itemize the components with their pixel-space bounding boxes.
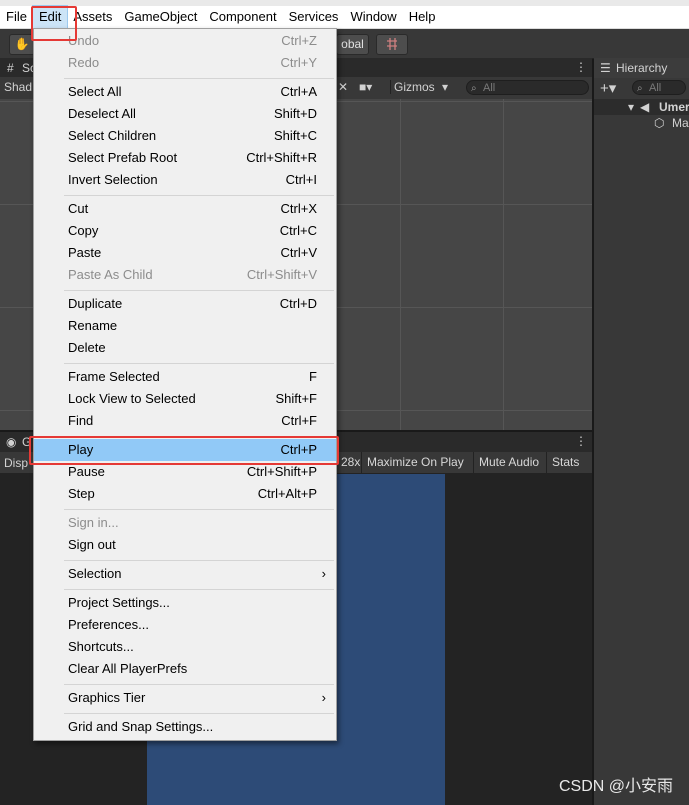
menu-item-clear-playerprefs[interactable]: Clear All PlayerPrefs (34, 658, 336, 680)
grid-snap-icon (387, 38, 397, 50)
menu-item-step[interactable]: Step Ctrl+Alt+P (34, 483, 336, 505)
menu-item-paste-as-child[interactable]: Paste As Child Ctrl+Shift+V (34, 264, 336, 286)
menu-file[interactable]: File (0, 6, 33, 28)
menu-separator (64, 509, 334, 510)
submenu-arrow-icon: › (321, 690, 326, 705)
menu-help[interactable]: Help (403, 6, 442, 28)
global-label: obal (341, 37, 364, 51)
menu-separator (64, 713, 334, 714)
hand-icon: ✋ (14, 37, 30, 51)
menu-item-select-children[interactable]: Select Children Shift+C (34, 125, 336, 147)
menu-separator (64, 560, 334, 561)
menu-item-selection[interactable]: Selection › (34, 563, 336, 585)
scene-name: Umer (659, 100, 689, 114)
menu-assets[interactable]: Assets (67, 6, 118, 28)
scene-more-icon[interactable]: ⋮ (575, 60, 587, 74)
snap-grid-button[interactable] (376, 34, 408, 55)
edit-menu-dropdown: Undo Ctrl+Z Redo Ctrl+Y Select All Ctrl+A D… (33, 28, 337, 741)
search-icon: ⌕ (637, 83, 643, 94)
menu-separator (64, 684, 334, 685)
menu-item-invert-selection[interactable]: Invert Selection Ctrl+I (34, 169, 336, 191)
gizmos-dropdown-arrow[interactable]: ▾ (442, 80, 448, 94)
menu-services[interactable]: Services (283, 6, 345, 28)
menu-edit[interactable]: Edit (31, 5, 69, 29)
menu-gameobject[interactable]: GameObject (118, 6, 203, 28)
menu-component[interactable]: Component (203, 6, 282, 28)
menu-item-frame-selected[interactable]: Frame Selected F (34, 366, 336, 388)
watermark: CSDN @小安雨 (558, 778, 673, 795)
hierarchy-tab-bar: ☰ Hierarchy (594, 58, 689, 79)
menu-item-select-all[interactable]: Select All Ctrl+A (34, 81, 336, 103)
menu-item-redo[interactable]: Redo Ctrl+Y (34, 52, 336, 74)
hierarchy-tab[interactable]: Hierarchy (616, 61, 667, 75)
tools-cross-icon[interactable]: ✕ (338, 80, 348, 94)
unity-scene-icon: ◀ (640, 100, 650, 114)
menu-window[interactable]: Window (344, 6, 402, 28)
menu-item-rename[interactable]: Rename (34, 315, 336, 337)
pivot-global-button[interactable]: obal (336, 34, 369, 55)
game-more-icon[interactable]: ⋮ (575, 434, 587, 448)
scene-search-input[interactable]: ⌕ All (466, 80, 589, 95)
hierarchy-search-placeholder: All (649, 82, 662, 94)
menu-item-preferences[interactable]: Preferences... (34, 614, 336, 636)
menu-item-find[interactable]: Find Ctrl+F (34, 410, 336, 432)
search-icon: ⌕ (471, 83, 477, 94)
scene-search-placeholder: All (483, 82, 496, 94)
menu-item-play[interactable]: Play Ctrl+P (34, 439, 336, 461)
display-dropdown[interactable]: Disp (4, 456, 28, 470)
stats-toggle[interactable]: Stats (546, 452, 584, 473)
menu-item-sign-in[interactable]: Sign in... (34, 512, 336, 534)
camera-icon[interactable]: ■▾ (359, 80, 372, 94)
game-controller-icon: ◉ (6, 435, 17, 449)
hierarchy-search-input[interactable]: ⌕ All (632, 80, 686, 95)
menu-item-undo[interactable]: Undo Ctrl+Z (34, 30, 336, 52)
scene-grid-icon: # (7, 61, 14, 75)
hand-tool-button[interactable]: ✋ (9, 34, 35, 55)
menu-separator (64, 290, 334, 291)
menu-separator (64, 436, 334, 437)
expand-arrow-icon[interactable]: ▾ (628, 99, 634, 115)
menu-item-delete[interactable]: Delete (34, 337, 336, 359)
menu-item-grid-snap-settings[interactable]: Grid and Snap Settings... (34, 716, 336, 738)
submenu-arrow-icon: › (321, 566, 326, 581)
cube-icon: ⬡ (654, 116, 665, 130)
hierarchy-scene-row[interactable]: ▾ ◀ Umer (594, 99, 689, 115)
gizmos-dropdown[interactable]: Gizmos (390, 80, 435, 94)
maximize-on-play-toggle[interactable]: Maximize On Play (361, 452, 469, 473)
hierarchy-toolbar: +▾ ⌕ All (594, 78, 689, 99)
menu-item-copy[interactable]: Copy Ctrl+C (34, 220, 336, 242)
menu-item-deselect-all[interactable]: Deselect All Shift+D (34, 103, 336, 125)
menu-item-duplicate[interactable]: Duplicate Ctrl+D (34, 293, 336, 315)
child-name: Ma (672, 116, 689, 130)
menu-separator (64, 363, 334, 364)
menu-item-graphics-tier[interactable]: Graphics Tier › (34, 687, 336, 709)
menu-item-sign-out[interactable]: Sign out (34, 534, 336, 556)
menu-separator (64, 78, 334, 79)
menu-item-lock-view[interactable]: Lock View to Selected Shift+F (34, 388, 336, 410)
mute-audio-toggle[interactable]: Mute Audio (473, 452, 544, 473)
menu-item-project-settings[interactable]: Project Settings... (34, 592, 336, 614)
menu-separator (64, 589, 334, 590)
game-tab[interactable]: G (22, 435, 31, 449)
menu-separator (64, 195, 334, 196)
menu-item-paste[interactable]: Paste Ctrl+V (34, 242, 336, 264)
menu-item-shortcuts[interactable]: Shortcuts... (34, 636, 336, 658)
menu-item-pause[interactable]: Pause Ctrl+Shift+P (34, 461, 336, 483)
hierarchy-child-row[interactable]: ⬡ Ma (594, 115, 689, 131)
hierarchy-list-icon: ☰ (600, 61, 611, 75)
menu-item-cut[interactable]: Cut Ctrl+X (34, 198, 336, 220)
hierarchy-tree: ▾ ◀ Umer ⬡ Ma (594, 98, 689, 805)
menu-item-select-prefab-root[interactable]: Select Prefab Root Ctrl+Shift+R (34, 147, 336, 169)
shading-mode-dropdown[interactable]: Shad (4, 80, 32, 94)
add-icon[interactable]: +▾ (600, 79, 616, 97)
menu-bar: File Edit Assets GameObject Component Se… (0, 5, 689, 29)
